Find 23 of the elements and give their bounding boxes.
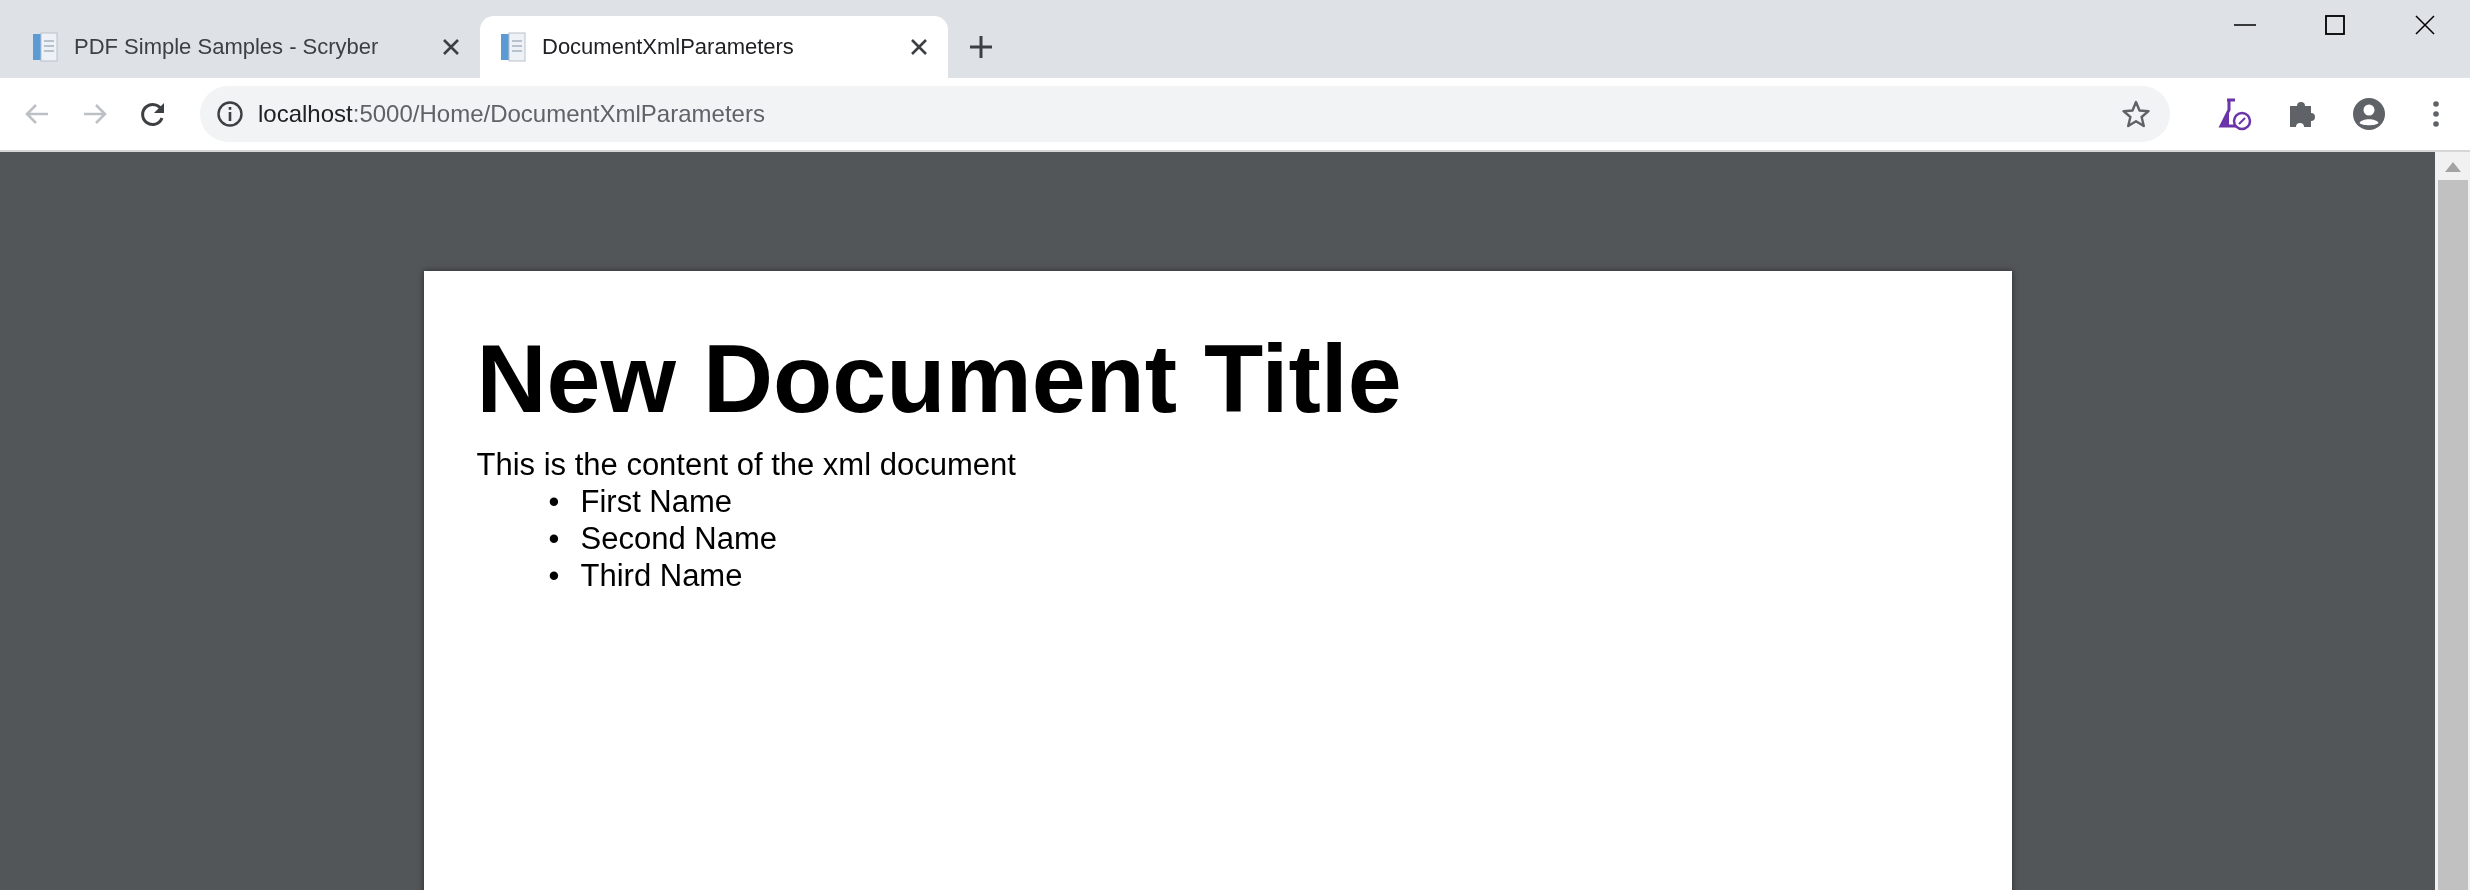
tab-title: DocumentXmlParameters <box>542 34 795 60</box>
document-title: New Document Title <box>476 323 1403 435</box>
list-item-text: Second Name <box>580 520 777 558</box>
list-item-text: Third Name <box>580 557 743 595</box>
bullet: • <box>548 557 561 595</box>
maximize-icon <box>2324 14 2346 36</box>
info-icon[interactable] <box>216 100 244 128</box>
url-text: localhost:5000/Home/DocumentXmlParameters <box>258 100 766 128</box>
document-icon <box>500 32 526 62</box>
bullet: • <box>548 520 561 558</box>
address-bar[interactable]: localhost:5000/Home/DocumentXmlParameters <box>200 86 2170 142</box>
tab-title: PDF Simple Samples - Scryber <box>74 34 380 60</box>
document-paragraph: This is the content of the xml document <box>476 447 1017 484</box>
flask-icon[interactable] <box>2217 96 2253 132</box>
close-icon <box>2414 14 2436 36</box>
minimize-icon <box>2234 24 2256 26</box>
browser-tab[interactable]: PDF Simple Samples - Scryber <box>12 16 480 78</box>
browser-tab[interactable]: DocumentXmlParameters <box>480 16 948 78</box>
document-icon <box>32 32 58 62</box>
star-icon[interactable] <box>2120 98 2152 130</box>
account-icon[interactable] <box>2351 96 2387 132</box>
bullet: • <box>548 483 561 521</box>
list-item-text: First Name <box>580 483 733 521</box>
